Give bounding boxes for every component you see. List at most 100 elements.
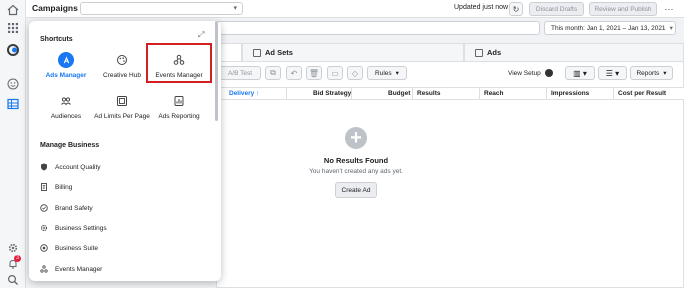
duplicate-button[interactable]: ⧉ (265, 66, 281, 80)
empty-state-subtitle: You haven't created any ads yet. (309, 168, 403, 175)
left-rail: 3 (0, 0, 26, 288)
column-budget[interactable]: Budget (388, 90, 410, 97)
menu-item-label: Business Suite (55, 244, 98, 252)
column-impressions[interactable]: Impressions (551, 90, 589, 97)
ads-manager-icon (58, 52, 74, 68)
preview-button[interactable]: ▭ (327, 66, 343, 80)
search-icon[interactable] (6, 273, 20, 287)
menu-item-label: Business Settings (55, 224, 107, 232)
tag-button[interactable]: ◇ (347, 66, 363, 80)
date-range-picker[interactable]: This month: Jan 1, 2021 – Jan 13, 2021 ▾ (544, 21, 676, 35)
level-tabs: Ad Sets Ads (216, 43, 684, 61)
view-setup-toggle[interactable] (545, 69, 553, 77)
notification-badge: 3 (14, 255, 21, 262)
apps-grid-icon[interactable] (6, 21, 20, 35)
refresh-icon: ↻ (512, 4, 520, 14)
business-suite-icon (40, 244, 48, 252)
caret-down-icon: ▾ (395, 70, 399, 77)
columns-button[interactable]: ▥ ▾ (565, 66, 595, 80)
column-bid-strategy[interactable]: Bid Strategy (313, 90, 351, 97)
undo-icon: ↶ (290, 68, 298, 78)
gear-icon[interactable] (6, 241, 20, 255)
empty-state-title: No Results Found (323, 156, 389, 165)
campaign-selector[interactable]: ▾ (80, 2, 243, 15)
column-reach[interactable]: Reach (484, 90, 504, 97)
shortcut-ad-limits[interactable]: Ad Limits Per Page (93, 93, 151, 121)
chevron-down-icon: ▾ (669, 25, 673, 32)
tab-label: Ad Sets (265, 48, 293, 57)
ab-test-label: A/B Test (227, 69, 253, 77)
view-setup-label: View Setup (508, 70, 541, 77)
popover-scrollbar[interactable] (215, 21, 218, 121)
shortcuts-popover: Shortcuts ⤢ Ads Manager Creative Hub Eve… (29, 21, 221, 281)
menu-item-label: Brand Safety (55, 204, 93, 212)
more-options-button[interactable]: ··· (660, 2, 678, 16)
trash-icon: 🗑 (308, 68, 320, 78)
table-view-icon[interactable] (6, 97, 20, 111)
menu-item-brand-safety[interactable]: Brand Safety (40, 202, 93, 214)
menu-item-billing[interactable]: Billing (40, 181, 72, 193)
create-ad-button[interactable]: Create Ad (335, 182, 377, 198)
shortcut-label: Ad Limits Per Page (94, 113, 150, 120)
tab-ads[interactable]: Ads (464, 43, 684, 61)
column-cost-per-result[interactable]: Cost per Result (618, 90, 666, 97)
breakdown-icon: ☰ ▾ (605, 68, 620, 78)
toolbar: A/B Test ⧉ ↶ 🗑 ▭ ◇ Rules ▾ View Setup ▥ … (217, 66, 684, 82)
reports-dropdown[interactable]: Reports ▾ (630, 66, 673, 80)
refresh-button[interactable]: ↻ (509, 2, 523, 16)
discard-drafts-button[interactable]: Discard Drafts (529, 2, 584, 16)
shortcut-creative-hub[interactable]: Creative Hub (93, 52, 151, 80)
search-filter-bar[interactable] (216, 21, 540, 35)
emoji-face-icon[interactable] (6, 77, 20, 91)
page-title: Campaigns (32, 3, 78, 13)
rules-label: Rules (375, 69, 392, 77)
billing-icon (40, 183, 48, 191)
tab-label: Ads (487, 48, 502, 57)
chevron-down-icon: ▾ (233, 5, 237, 12)
expand-icon[interactable]: ⤢ (198, 30, 204, 40)
tag-icon: ◇ (351, 68, 359, 78)
preview-icon: ▭ (331, 68, 339, 78)
columns-icon: ▥ ▾ (573, 68, 587, 78)
shortcut-audiences[interactable]: Audiences (37, 93, 95, 121)
gear-icon (40, 224, 48, 232)
delete-button[interactable]: 🗑 (306, 66, 322, 80)
reports-label: Reports (636, 69, 660, 77)
events-manager-highlight (146, 43, 212, 83)
business-logo-icon[interactable] (6, 43, 20, 57)
menu-item-events-manager[interactable]: Events Manager (40, 263, 102, 275)
shortcut-label: Audiences (50, 113, 82, 120)
update-status: Updated just now (454, 4, 509, 11)
review-publish-button[interactable]: Review and Publish (589, 2, 657, 16)
ad-limits-icon (114, 93, 130, 109)
column-delivery[interactable]: Delivery ↑ (229, 90, 259, 97)
brand-safety-icon (40, 204, 48, 212)
add-circle-icon: + (345, 127, 367, 149)
manage-business-heading: Manage Business (40, 142, 100, 149)
tab-ad-sets[interactable]: Ad Sets (242, 43, 464, 61)
breakdown-button[interactable]: ☰ ▾ (598, 66, 627, 80)
notifications-bell-icon[interactable]: 3 (6, 255, 21, 271)
shortcut-ads-manager[interactable]: Ads Manager (37, 52, 95, 80)
shortcut-label: Ads Manager (45, 72, 87, 79)
top-bar: Campaigns ▾ Updated just now ↻ Discard D… (26, 0, 684, 18)
rules-dropdown[interactable]: Rules ▾ (367, 66, 407, 80)
menu-item-label: Account Quality (55, 163, 101, 171)
ab-test-button[interactable]: A/B Test (219, 66, 261, 80)
caret-down-icon: ▾ (663, 70, 667, 77)
menu-item-business-settings[interactable]: Business Settings (40, 222, 107, 234)
table-header: Delivery ↑ Bid Strategy Budget Results R… (217, 87, 684, 100)
shield-icon (40, 163, 48, 171)
undo-button[interactable]: ↶ (286, 66, 302, 80)
menu-item-business-suite[interactable]: Business Suite (40, 242, 98, 254)
home-icon[interactable] (6, 3, 20, 17)
ads-icon (475, 48, 483, 57)
ad-sets-icon (253, 48, 261, 57)
shortcut-label: Creative Hub (103, 72, 141, 79)
shortcut-label: Ads Reporting (158, 113, 200, 120)
shortcut-ads-reporting[interactable]: Ads Reporting (150, 93, 208, 121)
copy-icon: ⧉ (270, 68, 276, 77)
column-results[interactable]: Results (417, 90, 440, 97)
menu-item-label: Events Manager (55, 265, 103, 273)
menu-item-account-quality[interactable]: Account Quality (40, 161, 101, 173)
